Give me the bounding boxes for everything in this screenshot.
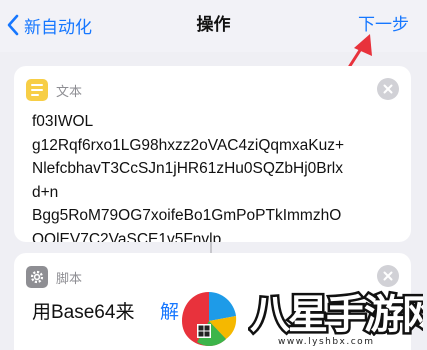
remove-action-button[interactable] [377,265,399,287]
script-description: 用Base64来 [32,302,135,323]
close-icon [383,271,393,281]
close-icon [383,84,393,94]
action-type-label: 文本 [56,83,83,99]
text-content-field[interactable]: f03IWOL g12Rqf6rxo1LG98hxzz2oVAC4ziQqmxa… [32,110,399,242]
site-logo-icon [182,292,237,346]
text-icon [26,79,48,101]
watermark-name: 八星手游网 [248,290,423,337]
action-connector [210,242,212,253]
watermark-url: www.lyshbx.com [278,337,375,347]
gear-icon [26,266,48,288]
card-header: 文本 [26,78,82,102]
watermark: 八星手游网 www.lyshbx.com [178,288,427,350]
card-header: 脚本 [26,265,82,289]
action-type-label: 脚本 [56,270,83,286]
svg-text:八星手游网: 八星手游网 [250,292,423,336]
script-mode-button[interactable]: 解 [160,297,179,324]
remove-action-button[interactable] [377,78,399,100]
text-action-card[interactable]: 文本 f03IWOL g12Rqf6rxo1LG98hxzz2oVAC4ziQq… [14,66,411,242]
